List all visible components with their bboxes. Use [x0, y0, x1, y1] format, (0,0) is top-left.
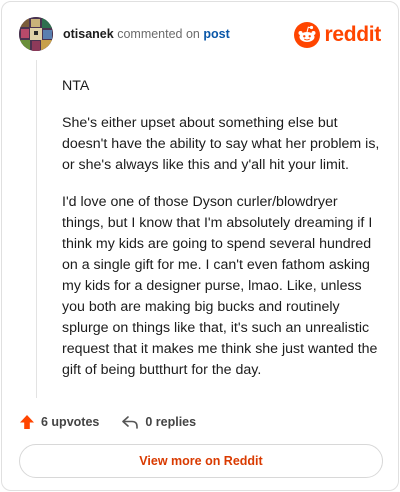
- reply-count: 0 replies: [145, 415, 197, 429]
- comment-actions: 6 upvotes 0 replies: [19, 412, 196, 432]
- thread-line[interactable]: [36, 60, 37, 398]
- upvote-count: 6 upvotes: [41, 415, 100, 429]
- replies-button[interactable]: 0 replies: [121, 414, 196, 430]
- upvote-arrow-icon: [20, 415, 34, 429]
- avatar[interactable]: [19, 17, 53, 51]
- upvote-button[interactable]: 6 upvotes: [19, 414, 99, 430]
- comment-paragraph: NTA: [62, 78, 90, 94]
- view-more-button[interactable]: View more on Reddit: [19, 444, 383, 478]
- comment-paragraph: She's either upset about something else …: [62, 115, 380, 173]
- action-text: commented on: [117, 27, 200, 41]
- comment-paragraph: I'd love one of those Dyson curler/blowd…: [62, 194, 378, 378]
- embedded-comment-card: otisanek commented on post reddit NTA Sh…: [1, 1, 399, 491]
- username-link[interactable]: otisanek: [63, 27, 114, 41]
- reddit-snoo-icon: [294, 22, 321, 48]
- byline: otisanek commented on post: [63, 27, 230, 41]
- comment-body: NTA She's either upset about something e…: [62, 76, 382, 397]
- comment-header: otisanek commented on post reddit: [19, 17, 381, 53]
- reddit-wordmark: reddit: [324, 23, 381, 46]
- reply-arrow-icon: [122, 416, 139, 429]
- post-link[interactable]: post: [203, 27, 229, 41]
- reddit-logo[interactable]: reddit: [294, 20, 381, 50]
- avatar-image: [19, 17, 53, 51]
